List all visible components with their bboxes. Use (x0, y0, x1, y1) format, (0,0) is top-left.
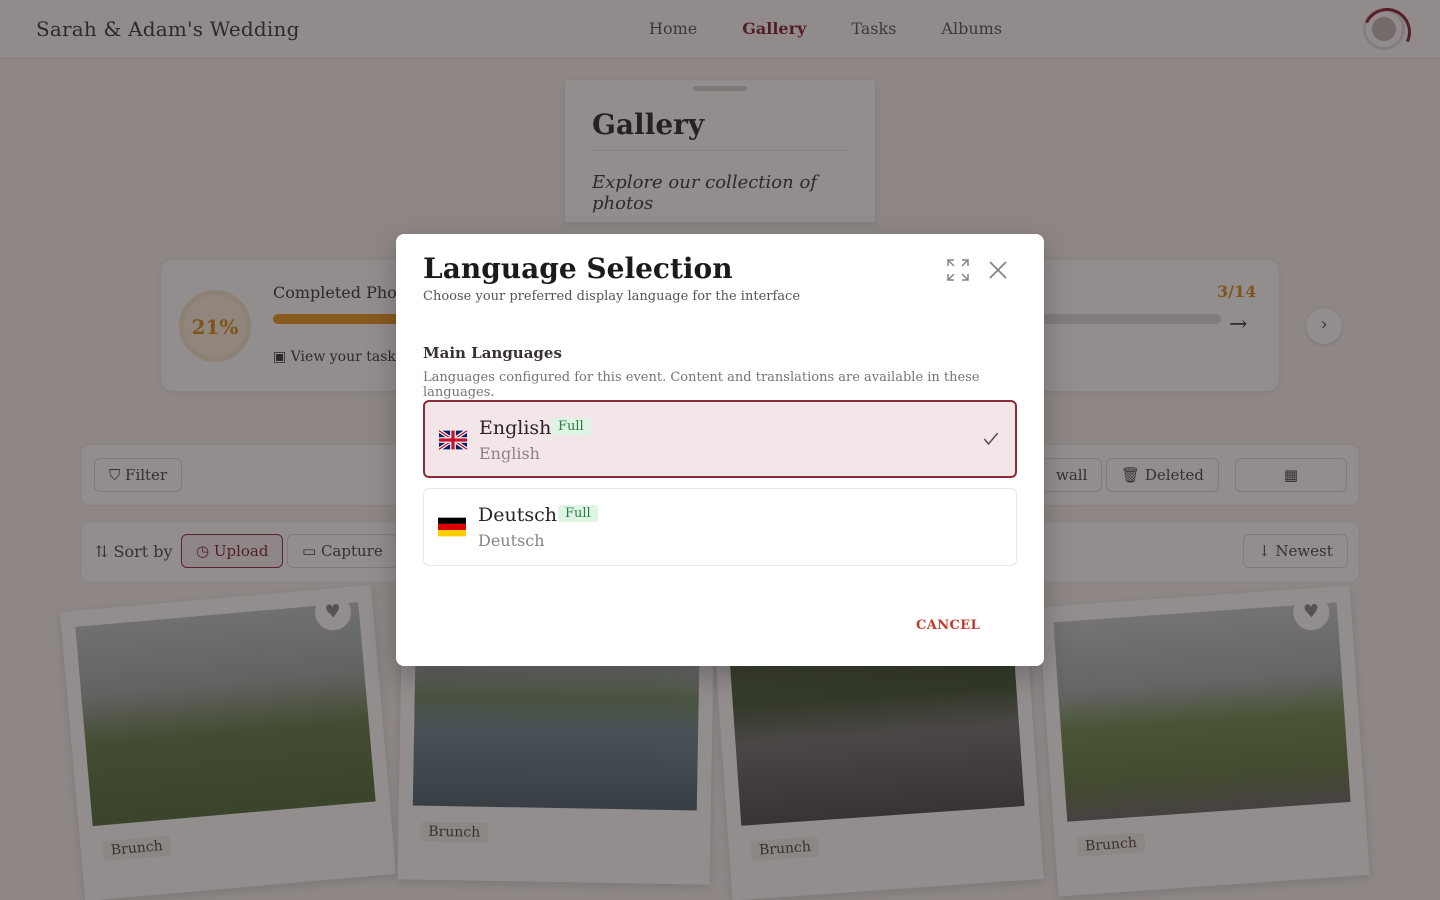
language-selection-dialog: Language Selection Choose your preferred… (396, 234, 1044, 666)
full-support-badge: Full (551, 418, 591, 435)
language-native-name: English (479, 444, 540, 463)
language-option-deutsch[interactable]: Deutsch Full Deutsch (423, 488, 1017, 566)
germany-flag-icon (438, 517, 466, 537)
dialog-subtitle: Choose your preferred display language f… (423, 289, 801, 304)
section-description: Languages configured for this event. Con… (423, 370, 980, 400)
section-title: Main Languages (423, 344, 562, 362)
language-option-english[interactable]: English Full English (423, 400, 1017, 478)
close-icon (989, 261, 1007, 279)
uk-flag-icon (439, 430, 467, 450)
language-name: English (479, 417, 552, 439)
expand-icon (947, 259, 969, 281)
check-icon (983, 432, 999, 446)
expand-button[interactable] (946, 258, 970, 282)
language-name: Deutsch (478, 504, 557, 526)
close-button[interactable] (986, 258, 1010, 282)
dialog-title: Language Selection (423, 252, 733, 285)
cancel-button[interactable]: CANCEL (916, 618, 980, 633)
language-native-name: Deutsch (478, 531, 545, 550)
full-support-badge: Full (558, 505, 598, 522)
